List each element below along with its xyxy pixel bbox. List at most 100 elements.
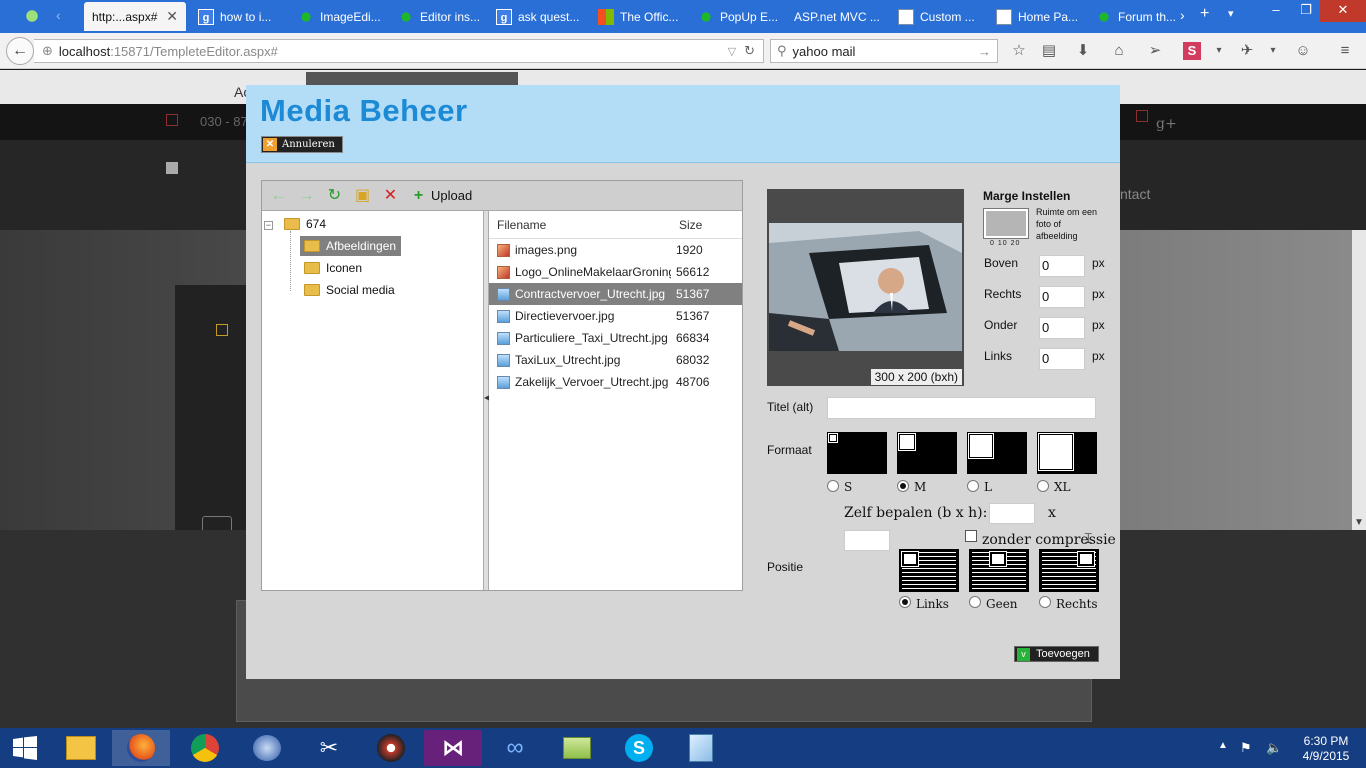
file-row[interactable]: images.png 1920: [489, 239, 742, 261]
network-icon[interactable]: ⚑: [1240, 740, 1252, 756]
firefox-icon[interactable]: [112, 730, 170, 766]
download-icon[interactable]: ⬇: [1074, 42, 1092, 60]
format-radio-xl[interactable]: [1037, 480, 1049, 492]
minimize-icon[interactable]: –: [1262, 0, 1290, 22]
format-radio-s[interactable]: [827, 480, 839, 492]
tab-google-search[interactable]: g how to i...: [190, 2, 286, 31]
delete-icon[interactable]: ✕: [382, 187, 399, 204]
addon-dropdown-icon[interactable]: ▾: [1210, 42, 1228, 60]
url-dropdown-icon[interactable]: ▽: [728, 45, 736, 58]
forward-arrow-icon[interactable]: →: [298, 187, 315, 204]
format-option-xl[interactable]: [1037, 432, 1097, 474]
tab-forum[interactable]: Forum th...: [1088, 2, 1178, 31]
tab-imageedi[interactable]: ImageEdi...: [290, 2, 388, 31]
tree-node-social-media[interactable]: Social media: [300, 280, 400, 300]
search-input[interactable]: yahoo mail: [793, 44, 856, 59]
search-go-icon[interactable]: →: [978, 44, 991, 59]
format-option-s[interactable]: [827, 432, 887, 474]
margin-right-input[interactable]: 0: [1039, 286, 1085, 308]
close-tab-icon[interactable]: ✕: [166, 8, 178, 25]
refresh-icon[interactable]: ↻: [326, 187, 343, 204]
alt-input[interactable]: [827, 397, 1096, 419]
back-arrow-icon[interactable]: ←: [270, 187, 287, 204]
media-player-icon[interactable]: [362, 730, 420, 766]
cancel-button[interactable]: ✕ Annuleren: [261, 136, 343, 153]
tab-ask-question[interactable]: g ask quest...: [488, 2, 586, 31]
column-filename[interactable]: Filename: [489, 218, 671, 232]
system-clock[interactable]: 6:30 PM 4/9/2015: [1296, 734, 1356, 764]
file-row-selected[interactable]: Contractvervoer_Utrecht.jpg 51367: [489, 283, 742, 305]
windows-start-icon[interactable]: [0, 730, 50, 766]
notepad-icon[interactable]: [672, 730, 730, 766]
file-explorer-icon[interactable]: [52, 730, 110, 766]
custom-width-input[interactable]: [989, 503, 1035, 524]
smiley-icon[interactable]: ☺: [1294, 42, 1312, 60]
add-button[interactable]: v Toevoegen: [1014, 646, 1099, 662]
collapse-icon[interactable]: −: [264, 221, 273, 230]
scroll-down-icon[interactable]: ▼: [1354, 517, 1364, 528]
tray-expand-icon[interactable]: ▲: [1218, 740, 1228, 751]
format-option-l[interactable]: [967, 432, 1027, 474]
plane-icon[interactable]: ✈: [1238, 42, 1256, 60]
reading-list-icon[interactable]: ▤: [1040, 42, 1058, 60]
tab-popup[interactable]: PopUp E...: [690, 2, 786, 31]
visual-studio-icon[interactable]: ⋈: [424, 730, 482, 766]
volume-icon[interactable]: 🔈: [1266, 740, 1282, 756]
tab-scroll-left-icon[interactable]: ‹: [56, 7, 61, 23]
new-folder-icon[interactable]: ▣: [354, 187, 371, 204]
file-row[interactable]: Logo_OnlineMakelaarGroning 56612: [489, 261, 742, 283]
home-icon[interactable]: ⌂: [1110, 42, 1128, 60]
margin-top-input[interactable]: 0: [1039, 255, 1085, 277]
tools-icon[interactable]: ✂: [300, 730, 358, 766]
position-option-none[interactable]: [969, 549, 1029, 592]
format-radio-l[interactable]: [967, 480, 979, 492]
send-icon[interactable]: ➢: [1146, 42, 1164, 60]
firefox-hello-icon[interactable]: [24, 8, 40, 24]
column-size[interactable]: Size: [671, 218, 702, 232]
file-row[interactable]: Zakelijk_Vervoer_Utrecht.jpg 48706: [489, 371, 742, 393]
upload-button[interactable]: + Upload: [410, 187, 472, 204]
file-row[interactable]: TaxiLux_Utrecht.jpg 68032: [489, 349, 742, 371]
menu-icon[interactable]: ≡: [1336, 42, 1354, 60]
tab-editor[interactable]: Editor ins...: [390, 2, 486, 31]
search-bar[interactable]: ⚲ yahoo mail →: [770, 39, 998, 63]
file-row[interactable]: Directievervoer.jpg 51367: [489, 305, 742, 327]
margin-left-input[interactable]: 0: [1039, 348, 1085, 370]
reload-icon[interactable]: ↻: [744, 43, 755, 59]
restore-icon[interactable]: ❐: [1292, 0, 1320, 22]
infinity-app-icon[interactable]: ∞: [486, 730, 544, 766]
tab-aspnet[interactable]: ASP.net MVC ...: [786, 2, 886, 31]
skype-icon[interactable]: S: [610, 730, 668, 766]
tab-home[interactable]: Home Pa...: [988, 2, 1084, 31]
custom-height-input[interactable]: [844, 530, 890, 551]
chrome-icon[interactable]: [176, 730, 234, 766]
tree-node-iconen[interactable]: Iconen: [300, 258, 367, 278]
bookmark-star-icon[interactable]: ☆: [1010, 42, 1028, 60]
thunderbird-icon[interactable]: [238, 730, 296, 766]
tree-node-afbeeldingen[interactable]: Afbeeldingen: [300, 236, 402, 256]
tab-list-icon[interactable]: ▾: [1228, 7, 1234, 20]
position-radio-left[interactable]: [899, 596, 911, 608]
url-bar[interactable]: ⊕ localhost :15871/TempleteEditor.aspx# …: [34, 39, 764, 63]
margin-bottom-input[interactable]: 0: [1039, 317, 1085, 339]
s-addon-icon[interactable]: S: [1183, 42, 1201, 60]
position-radio-none[interactable]: [969, 596, 981, 608]
position-option-left[interactable]: [899, 549, 959, 592]
new-tab-icon[interactable]: +: [1200, 5, 1209, 23]
no-compression-checkbox[interactable]: [965, 530, 977, 542]
position-radio-right[interactable]: [1039, 596, 1051, 608]
tab-active[interactable]: http:...aspx# ✕: [84, 2, 186, 31]
tree-root[interactable]: 674: [280, 214, 331, 234]
format-option-m[interactable]: [897, 432, 957, 474]
tab-office[interactable]: The Offic...: [590, 2, 686, 31]
page-scrollbar[interactable]: ▼: [1352, 230, 1366, 530]
file-row[interactable]: Particuliere_Taxi_Utrecht.jpg 66834: [489, 327, 742, 349]
folder-app-icon[interactable]: [548, 730, 606, 766]
back-button[interactable]: ←: [6, 37, 34, 65]
tab-custom[interactable]: Custom ...: [890, 2, 986, 31]
format-radio-m[interactable]: [897, 480, 909, 492]
tab-scroll-right-icon[interactable]: ›: [1180, 7, 1185, 23]
position-option-right[interactable]: [1039, 549, 1099, 592]
close-window-icon[interactable]: ✕: [1320, 0, 1366, 22]
plane-dropdown-icon[interactable]: ▾: [1264, 42, 1282, 60]
